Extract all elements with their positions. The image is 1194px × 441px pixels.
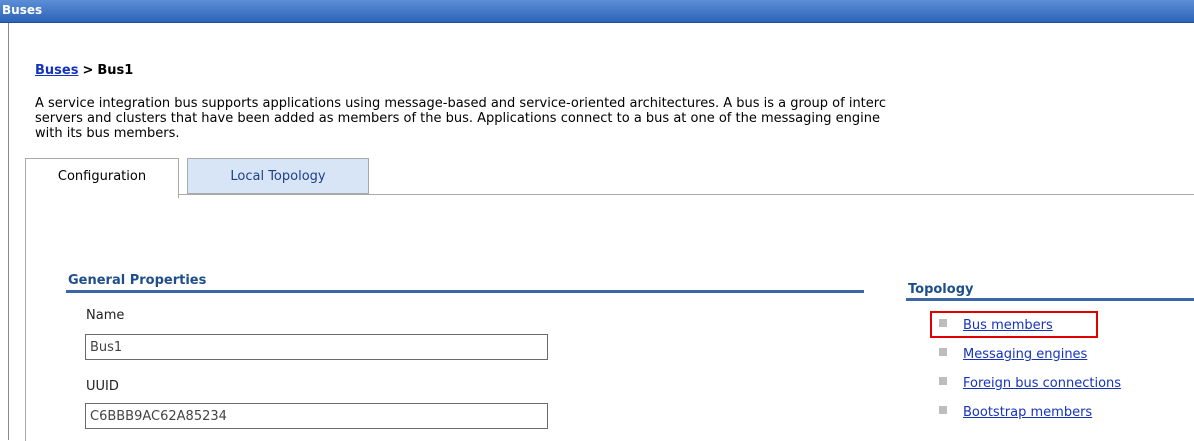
breadcrumb-separator: > [82, 63, 94, 78]
topology-title: Topology [908, 282, 974, 297]
uuid-field[interactable] [85, 403, 548, 429]
bullet-icon [939, 377, 947, 385]
description-line: with its bus members. [35, 126, 180, 141]
tab-configuration[interactable]: Configuration [25, 158, 179, 198]
breadcrumb-current: Bus1 [97, 63, 134, 78]
page-description: A service integration bus supports appli… [35, 96, 1194, 141]
bullet-icon [939, 406, 947, 414]
description-line: A service integration bus supports appli… [35, 96, 886, 111]
bootstrap-members-link[interactable]: Bootstrap members [963, 405, 1092, 420]
foreign-bus-connections-link[interactable]: Foreign bus connections [963, 376, 1121, 391]
topology-rule [906, 298, 1194, 301]
title-bar: Buses [0, 0, 1194, 23]
window-title: Buses [2, 3, 43, 17]
tab-strip: Configuration Local Topology [25, 158, 1194, 198]
description-line: servers and clusters that have been adde… [35, 111, 880, 126]
highlight-box [930, 311, 1098, 338]
breadcrumb: Buses > Bus1 [35, 63, 133, 78]
general-properties-rule [66, 290, 864, 293]
general-properties-title: General Properties [68, 273, 207, 288]
uuid-label: UUID [86, 379, 119, 394]
bullet-icon [939, 348, 947, 356]
breadcrumb-buses-link[interactable]: Buses [35, 63, 78, 78]
messaging-engines-link[interactable]: Messaging engines [963, 347, 1087, 362]
name-field[interactable] [85, 334, 548, 360]
tab-local-topology[interactable]: Local Topology [187, 158, 369, 194]
name-label: Name [86, 308, 125, 323]
